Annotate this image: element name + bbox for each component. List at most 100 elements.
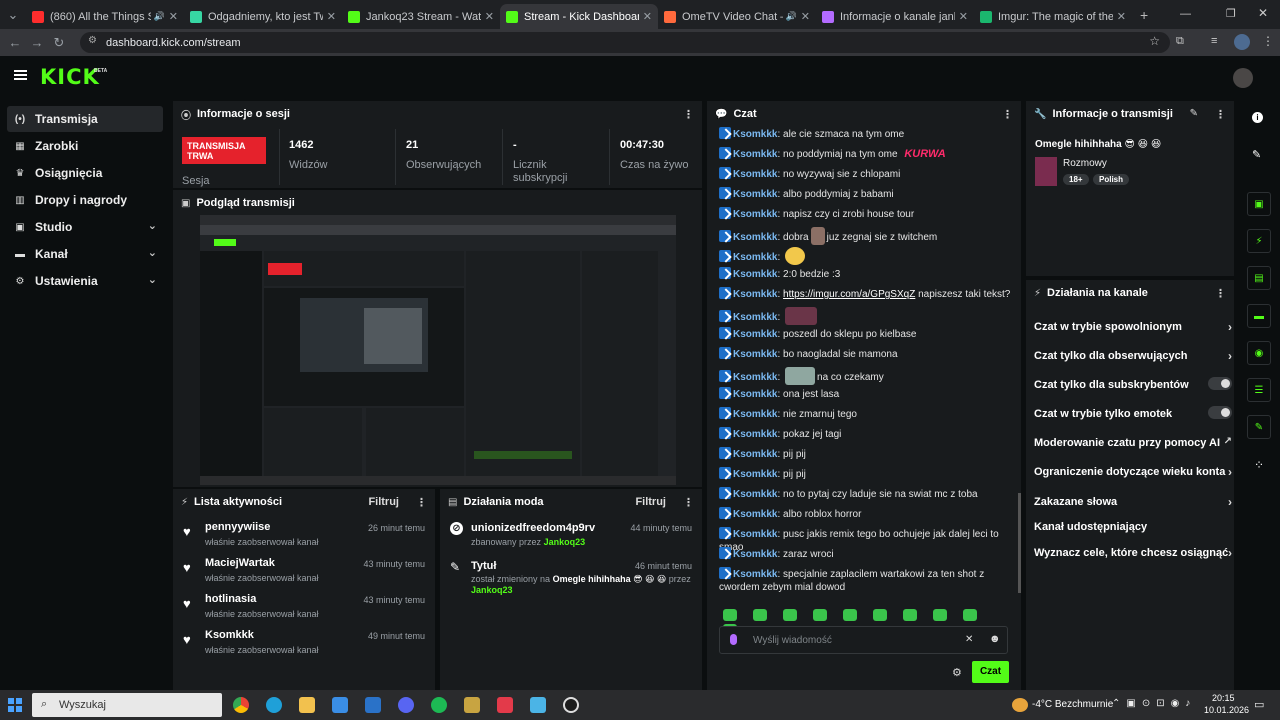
chat-username[interactable]: Ksomkkk <box>733 269 777 280</box>
edit-pencil-icon[interactable]: ✎ <box>1190 108 1198 119</box>
quick-emote[interactable] <box>753 609 767 621</box>
sidebar-item-osi-gni-cia[interactable]: ♛ Osiągnięcia <box>7 160 163 186</box>
rail-more-icon[interactable]: ⁘ <box>1254 458 1264 472</box>
windows-start-icon[interactable] <box>8 698 22 712</box>
chevron-right-icon[interactable]: › <box>1228 349 1232 363</box>
tab-close-icon[interactable]: ✕ <box>959 10 968 23</box>
chat-username[interactable]: Ksomkkk <box>733 312 777 323</box>
chat-scrollbar[interactable] <box>1018 493 1021 593</box>
discord-icon[interactable] <box>398 697 414 713</box>
site-info-icon[interactable]: ⚙ <box>88 35 97 46</box>
category-thumbnail[interactable] <box>1035 157 1057 186</box>
channel-action-item[interactable]: Czat tylko dla subskrybentów <box>1034 377 1232 391</box>
chat-username[interactable]: Ksomkkk <box>733 149 777 160</box>
chat-input[interactable]: Wyślij wiadomość ✕ ☻ <box>719 626 1008 654</box>
chat-username[interactable]: Ksomkkk <box>733 189 777 200</box>
chrome-icon[interactable] <box>233 697 249 713</box>
pencil-icon[interactable]: ✎ <box>1252 148 1261 161</box>
chat-username[interactable]: Ksomkkk <box>733 349 777 360</box>
browser-tab[interactable]: Imgur: The magic of the Interne ✕ <box>974 4 1132 29</box>
rail-bolt-icon[interactable]: ⚡ <box>1247 229 1271 253</box>
close-window-icon[interactable]: ✕ <box>1258 6 1268 20</box>
quick-emote[interactable] <box>813 609 827 621</box>
browser-tab[interactable]: OmeTV Video Chat — Ome🔊 ✕ <box>658 4 816 29</box>
channel-action-item[interactable]: Czat w trybie tylko emotek <box>1034 406 1232 420</box>
extensions-icon[interactable]: ⧉ <box>1176 35 1184 48</box>
channel-action-item[interactable]: Moderowanie czatu przy pomocy AI ↗ <box>1034 436 1232 449</box>
toggle-switch[interactable] <box>1208 406 1232 419</box>
modaction-actor[interactable]: Jankoq23 <box>471 585 513 595</box>
tab-search-icon[interactable]: ⌄ <box>0 7 26 23</box>
weather-text[interactable]: -4°C Bezchmurnie <box>1032 699 1113 710</box>
minimize-icon[interactable]: — <box>1180 8 1191 20</box>
chat-username[interactable]: Ksomkkk <box>733 569 777 580</box>
chat-send-button[interactable]: Czat <box>972 661 1009 683</box>
chevron-right-icon[interactable]: › <box>1228 320 1232 334</box>
quick-emote[interactable] <box>843 609 857 621</box>
channel-action-item[interactable]: Czat tylko dla obserwujących › <box>1034 349 1232 363</box>
stream-preview-video[interactable] <box>200 215 676 485</box>
chat-username[interactable]: Ksomkkk <box>733 169 777 180</box>
external-link-icon[interactable]: ↗ <box>1224 436 1232 447</box>
browser-tab[interactable]: Stream - Kick Dashboard ✕ <box>500 4 658 29</box>
chat-settings-icon[interactable]: ⚙ <box>952 666 962 679</box>
chevron-right-icon[interactable]: › <box>1228 495 1232 509</box>
sidebar-item-studio[interactable]: ▣ Studio ⌄ <box>7 214 163 240</box>
chat-username[interactable]: Ksomkkk <box>733 389 777 400</box>
chat-username[interactable]: Ksomkkk <box>733 549 777 560</box>
notifications-icon[interactable]: ▭ <box>1254 698 1264 711</box>
tab-close-icon[interactable]: ✕ <box>643 10 652 23</box>
chat-username[interactable]: Ksomkkk <box>733 509 777 520</box>
chevron-right-icon[interactable]: › <box>1228 546 1232 560</box>
tab-close-icon[interactable]: ✕ <box>801 10 810 23</box>
channel-action-item[interactable]: Kanał udostępniający <box>1034 521 1232 533</box>
file-explorer-icon[interactable] <box>299 697 315 713</box>
activity-username[interactable]: MaciejWartak <box>205 557 275 569</box>
edge-icon[interactable] <box>266 697 282 713</box>
channel-action-item[interactable]: Czat w trybie spowolnionym › <box>1034 320 1232 334</box>
sidebar-item-transmisja[interactable]: (•) Transmisja <box>7 106 163 132</box>
browser-tab[interactable]: Jankoq23 Stream - Watch Live ✕ <box>342 4 500 29</box>
tab-close-icon[interactable]: ✕ <box>327 10 336 23</box>
audio-icon[interactable]: 🔊 <box>786 11 797 22</box>
league-icon[interactable] <box>464 697 480 713</box>
modactions-filter-button[interactable]: Filtruj <box>635 496 666 508</box>
mail-icon[interactable] <box>365 697 381 713</box>
modaction-target[interactable]: unionizedfreedom4p9rv <box>471 522 595 534</box>
tab-close-icon[interactable]: ✕ <box>1117 10 1126 23</box>
chat-username[interactable]: Ksomkkk <box>733 409 777 420</box>
bookmark-star-icon[interactable]: ☆ <box>1149 34 1160 48</box>
rail-wrench-icon[interactable]: ✎ <box>1247 415 1271 439</box>
clock-date[interactable]: 10.01.2026 <box>1204 705 1249 715</box>
chat-username[interactable]: Ksomkkk <box>733 289 777 300</box>
kick-logo[interactable]: KICK <box>40 65 100 89</box>
activity-filter-button[interactable]: Filtruj <box>368 496 399 508</box>
tray-icons[interactable]: ⌃▣⊙⊡◉♪ <box>1112 698 1196 709</box>
app-icon[interactable] <box>530 697 546 713</box>
taskbar-search[interactable]: ⌕ Wyszukaj <box>32 693 222 717</box>
quick-emote[interactable] <box>783 609 797 621</box>
info-icon[interactable]: i <box>1252 112 1263 123</box>
chat-username[interactable]: Ksomkkk <box>733 429 777 440</box>
sidebar-item-zarobki[interactable]: ▦ Zarobki <box>7 133 163 159</box>
microphone-icon[interactable] <box>730 634 737 645</box>
activity-username[interactable]: Ksomkkk <box>205 629 254 641</box>
chat-username[interactable]: Ksomkkk <box>733 489 777 500</box>
rail-layout-icon[interactable]: ☰ <box>1247 378 1271 402</box>
reload-icon[interactable]: ↻ <box>48 35 70 51</box>
sidebar-item-ustawienia[interactable]: ⚙ Ustawienia ⌄ <box>7 268 163 294</box>
activity-username[interactable]: hotlinasia <box>205 593 256 605</box>
rail-document-icon[interactable]: ▤ <box>1247 266 1271 290</box>
clock-time[interactable]: 20:15 <box>1212 693 1235 703</box>
channel-action-item[interactable]: Ograniczenie dotyczące wieku konta › <box>1034 465 1232 479</box>
activity-menu-icon[interactable]: ⋮ <box>416 496 427 509</box>
translate-icon[interactable]: ✕ <box>965 634 973 645</box>
modactions-menu-icon[interactable]: ⋮ <box>683 496 694 509</box>
browser-tab[interactable]: (860) All the Things She Sa🔊 ✕ <box>26 4 184 29</box>
chat-username[interactable]: Ksomkkk <box>733 129 777 140</box>
back-icon[interactable]: ← <box>4 35 26 50</box>
browser-tab[interactable]: Informacje o kanale jankoq23 ✕ <box>816 4 974 29</box>
browser-menu-icon[interactable]: ⋮ <box>1262 34 1274 48</box>
hamburger-menu-icon[interactable] <box>14 70 27 80</box>
toggle-switch[interactable] <box>1208 377 1232 390</box>
